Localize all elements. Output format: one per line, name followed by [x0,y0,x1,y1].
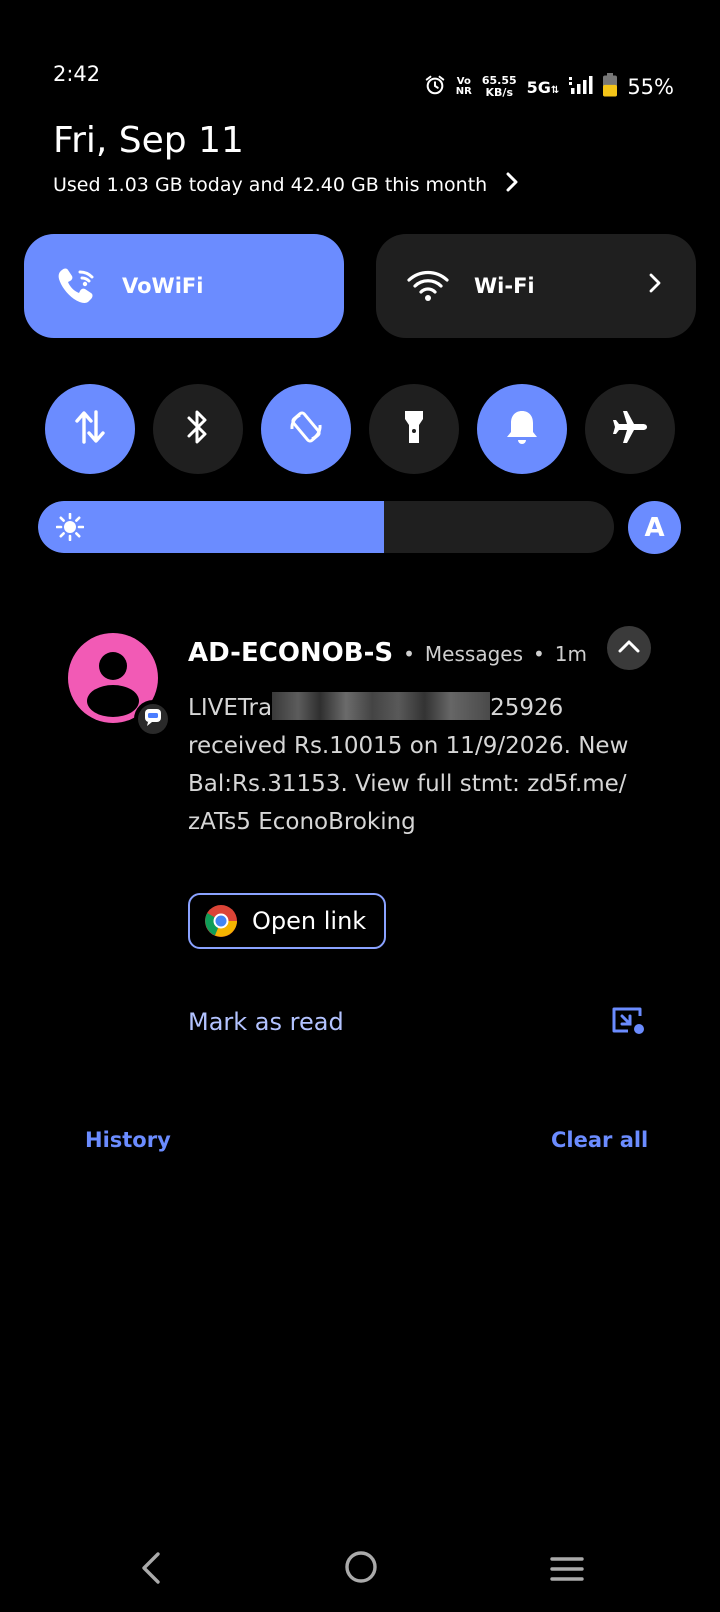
wifi-icon [404,262,452,310]
network-speed: 65.55 KB/s [482,75,517,99]
status-icons: Vo NR 65.55 KB/s 5G⇅ 55% [424,72,674,102]
signal-icon [569,75,593,99]
toggle-sound[interactable] [477,384,567,474]
chevron-right-icon[interactable] [648,272,662,298]
sun-icon [55,512,85,545]
speed-unit: KB/s [485,86,513,99]
quick-toggles [45,384,675,474]
vonr-indicator: Vo NR [456,77,472,97]
alarm-icon [424,74,446,100]
message-bubble-icon [143,707,163,731]
network-type: 5G⇅ [526,77,560,97]
data-usage-text: Used 1.03 GB today and 42.40 GB this mon… [53,173,488,196]
notification-app: Messages [424,642,523,666]
brightness-slider[interactable] [38,501,614,553]
menu-icon[interactable] [550,1556,584,1586]
notification-shade: 2:42 Vo NR 65.55 KB/s 5G⇅ 55% Fri, Sep 1… [0,0,720,1612]
chevron-up-icon [617,638,641,658]
status-time: 2:42 [53,62,101,86]
flashlight-icon [403,407,425,451]
meta-dot: • [403,642,415,666]
toggle-auto-rotate[interactable] [261,384,351,474]
tile-vowifi[interactable]: VoWiFi [24,234,344,338]
chrome-icon [204,904,238,938]
toggle-bluetooth[interactable] [153,384,243,474]
toggle-mobile-data[interactable] [45,384,135,474]
body-suffix: 25926 [490,695,564,721]
notification-header[interactable]: AD-ECONOB-S • Messages • 1m [188,638,587,668]
data-arrows-icon [73,408,107,450]
vonr-bottom: NR [455,86,472,97]
battery-icon [603,73,618,101]
body-rest: received Rs.10015 on 11/9/2026. New Bal:… [188,733,629,835]
notification-body[interactable]: LIVETra 25926 received Rs.10015 on 11/9/2… [188,689,648,841]
mark-as-read-button[interactable]: Mark as read [188,1008,344,1036]
notification-age: 1m [554,642,588,666]
bluetooth-icon [185,408,211,450]
body-prefix: LIVETra [188,695,273,721]
clear-all-button[interactable]: Clear all [551,1128,648,1152]
airplane-icon [610,407,650,451]
auto-brightness-button[interactable]: A [628,501,681,554]
brightness-fill [38,501,384,553]
data-usage-row[interactable]: Used 1.03 GB today and 42.40 GB this mon… [53,172,519,197]
back-icon[interactable] [138,1550,164,1590]
open-link-button[interactable]: Open link [188,893,386,949]
toggle-flashlight[interactable] [369,384,459,474]
rotate-icon [286,407,326,451]
wifi-calling-icon [52,262,100,310]
meta-dot: • [533,642,545,666]
chevron-right-icon [505,172,519,197]
redacted-block [272,692,491,720]
open-link-label: Open link [252,907,367,935]
snooze-icon[interactable] [610,1005,646,1039]
history-button[interactable]: History [85,1128,171,1152]
toggle-airplane-mode[interactable] [585,384,675,474]
bell-icon [505,408,539,450]
tile-wifi-label: Wi-Fi [474,274,535,298]
home-icon[interactable] [344,1550,378,1588]
messages-app-badge [134,700,172,738]
tile-vowifi-label: VoWiFi [122,274,204,298]
battery-percent: 55% [627,75,674,99]
collapse-button[interactable] [607,626,651,670]
tile-wifi[interactable]: Wi-Fi [376,234,696,338]
network-type-label: 5G [526,77,551,97]
notification-sender: AD-ECONOB-S [188,638,394,668]
date-label: Fri, Sep 11 [53,120,244,161]
